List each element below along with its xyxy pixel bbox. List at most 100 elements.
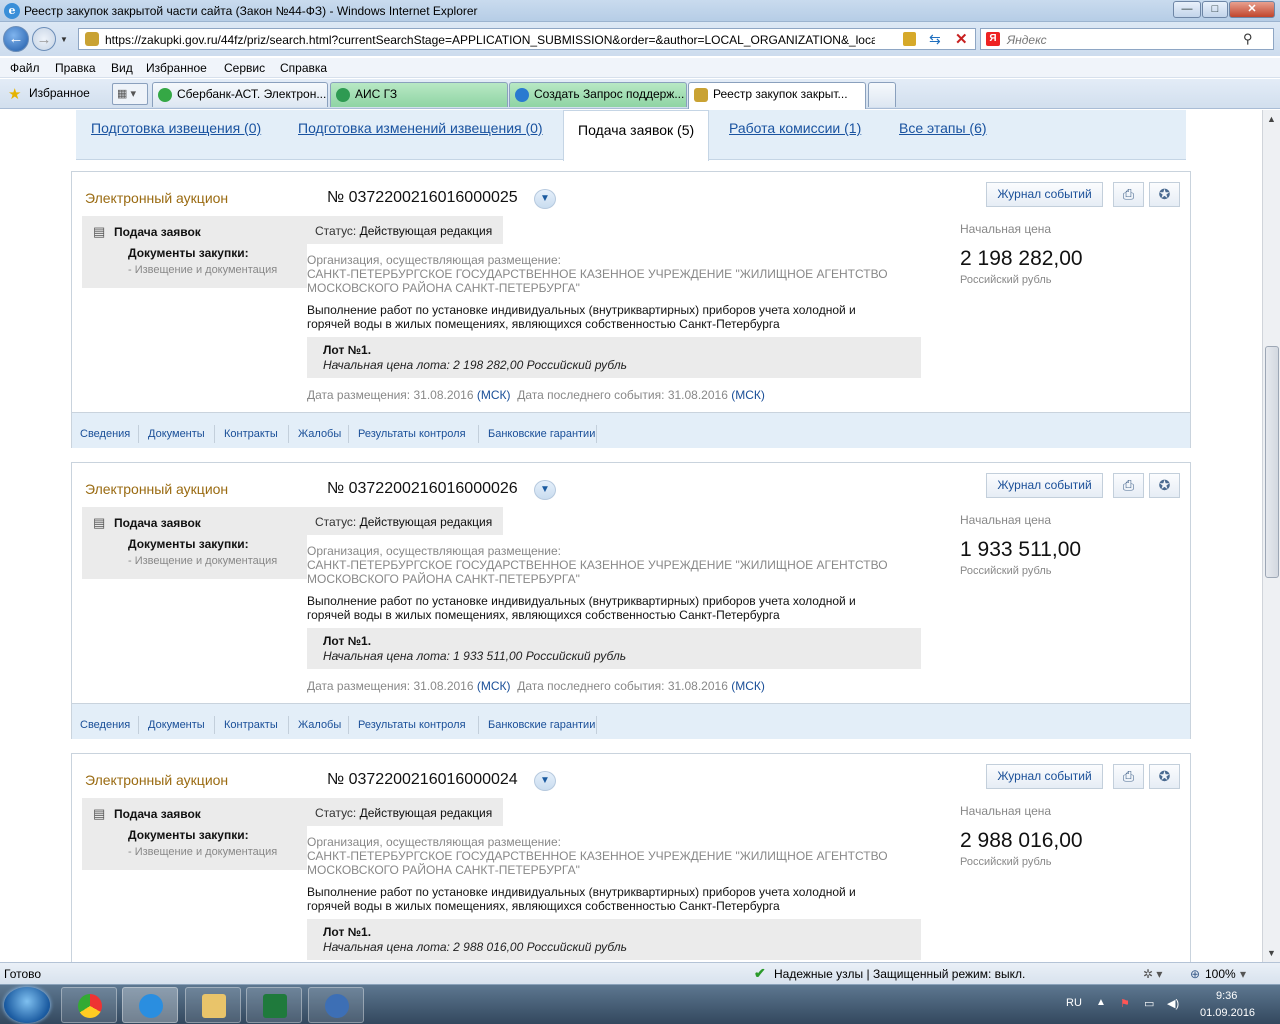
favorites-button[interactable]: Избранное [29,86,90,100]
link-separator [596,425,597,443]
lock-icon[interactable] [903,32,916,46]
control-results-link[interactable]: Результаты контроля [358,428,466,440]
scroll-down-icon[interactable]: ▼ [1267,948,1276,958]
event-journal-button[interactable]: Журнал событий [986,182,1103,207]
forward-button[interactable]: → [32,27,56,51]
complaints-link[interactable]: Жалобы [298,428,341,440]
taskbar-thunderbird[interactable] [308,987,364,1023]
history-dropdown-icon[interactable]: ▼ [60,35,68,44]
maximize-button[interactable]: □ [1202,1,1228,18]
security-zone[interactable]: Надежные узлы | Защищенный режим: выкл. [774,967,1025,981]
taskbar-explorer[interactable] [185,987,241,1023]
bank-guarantees-link[interactable]: Банковские гарантии [488,428,595,440]
popup-blocker-icon[interactable]: ✲ ▾ [1143,967,1162,981]
docs-link[interactable]: - Извещение и документация [128,846,277,858]
scroll-up-icon[interactable]: ▲ [1267,114,1276,124]
award-icon[interactable]: ✪ [1149,182,1180,207]
initial-price-label: Начальная цена [960,804,1052,818]
menu-edit[interactable]: Правка [55,61,96,75]
site-crest-icon [694,88,708,102]
link-separator [138,716,139,734]
initial-price: 2 988 016,00 [960,829,1083,852]
taskbar-excel[interactable] [246,987,302,1023]
tab-support-request[interactable]: Создать Запрос поддерж... [509,82,687,107]
monitor-icon[interactable]: ▭ [1144,997,1154,1010]
tab-ais-gz[interactable]: АИС ГЗ [330,82,508,107]
print-icon[interactable]: ⎙ [1113,764,1144,789]
favorites-star-icon[interactable]: ★ [8,85,21,103]
event-journal-button[interactable]: Журнал событий [986,473,1103,498]
status-box: Статус: Действующая редакция [307,216,503,244]
tab-sberbank[interactable]: Сбербанк-АСТ. Электрон... [152,82,328,107]
bank-guarantees-link[interactable]: Банковские гарантии [488,719,595,731]
expand-chevron-icon[interactable]: ▼ [534,771,556,791]
award-icon[interactable]: ✪ [1149,473,1180,498]
quick-tabs-icon[interactable]: ▦ ▾ [112,83,148,105]
stage-tabs: Подготовка извещения (0) Подготовка изме… [76,110,1186,161]
start-button[interactable] [4,987,50,1023]
volume-icon[interactable]: ◀) [1167,997,1179,1010]
menu-tools[interactable]: Сервис [224,61,265,75]
stage-tab-all[interactable]: Все этапы (6) [899,120,987,136]
award-icon[interactable]: ✪ [1149,764,1180,789]
info-link[interactable]: Сведения [80,428,130,440]
address-url[interactable]: https://zakupki.gov.ru/44fz/priz/search.… [105,33,875,47]
ie-page-icon [515,88,529,102]
desc-line1: Выполнение работ по установке индивидуал… [307,885,856,899]
stop-icon[interactable]: ✕ [955,30,968,48]
info-link[interactable]: Сведения [80,719,130,731]
complaints-link[interactable]: Жалобы [298,719,341,731]
taskbar-chrome[interactable] [61,987,117,1023]
stage-tab-changes-prep[interactable]: Подготовка изменений извещения (0) [298,120,543,136]
docs-link[interactable]: - Извещение и документация [128,555,277,567]
vertical-scrollbar[interactable]: ▲ ▼ [1262,110,1280,962]
menu-help[interactable]: Справка [280,61,327,75]
print-icon[interactable]: ⎙ [1113,473,1144,498]
event-journal-button[interactable]: Журнал событий [986,764,1103,789]
search-placeholder[interactable]: Яндекс [1007,33,1047,47]
zoom-icon[interactable]: ⊕ [1190,967,1200,981]
contracts-link[interactable]: Контракты [224,428,278,440]
check-icon: ✔ [754,965,766,981]
zoom-dropdown-icon[interactable]: ▾ [1240,967,1246,981]
stage-tab-notice-prep[interactable]: Подготовка извещения (0) [91,120,261,136]
contracts-link[interactable]: Контракты [224,719,278,731]
stage-tab-commission[interactable]: Работа комиссии (1) [729,120,861,136]
address-toolbar: ← → ▼ https://zakupki.gov.ru/44fz/priz/s… [0,22,1280,56]
documents-link[interactable]: Документы [148,428,205,440]
expand-chevron-icon[interactable]: ▼ [534,480,556,500]
back-button[interactable]: ← [3,26,29,52]
stage-tab-submission[interactable]: Подача заявок (5) [563,110,710,161]
clock-time[interactable]: 9:36 [1216,990,1237,1002]
clock-date[interactable]: 01.09.2016 [1200,1007,1255,1019]
language-indicator[interactable]: RU [1066,997,1082,1009]
zoom-level[interactable]: 100% [1205,967,1236,981]
address-bar[interactable]: https://zakupki.gov.ru/44fz/priz/search.… [78,28,976,50]
date-label: Дата размещения: [307,388,411,402]
network-icon[interactable]: ⚑ [1120,997,1130,1010]
search-box[interactable]: Я Яндекс ⚲ [980,28,1274,50]
lot-title: Лот №1. [323,343,372,357]
tray-arrow-icon[interactable]: ▲ [1096,997,1106,1008]
phase-box: ▤ Подача заявок Документы закупки: - Извеще… [82,507,307,579]
phase-label: Подача заявок [114,225,201,239]
documents-link[interactable]: Документы [148,719,205,731]
new-tab-button[interactable] [868,82,896,107]
expand-chevron-icon[interactable]: ▼ [534,189,556,209]
thunderbird-icon [325,994,349,1018]
chrome-icon [78,994,102,1018]
menu-view[interactable]: Вид [111,61,133,75]
minimize-button[interactable]: — [1173,1,1201,18]
search-icon[interactable]: ⚲ [1243,31,1253,47]
scroll-thumb[interactable] [1265,346,1279,578]
print-icon[interactable]: ⎙ [1113,182,1144,207]
tab-registry-active[interactable]: Реестр закупок закрыт... [688,82,866,109]
taskbar-ie[interactable] [122,987,178,1023]
refresh-icon[interactable]: ⇆ [929,31,941,48]
control-results-link[interactable]: Результаты контроля [358,719,466,731]
menu-favorites[interactable]: Избранное [146,61,207,75]
docs-link[interactable]: - Извещение и документация [128,264,277,276]
close-button[interactable]: ✕ [1229,1,1275,18]
menu-file[interactable]: Файл [10,61,40,75]
timezone: (МСК) [476,388,511,402]
